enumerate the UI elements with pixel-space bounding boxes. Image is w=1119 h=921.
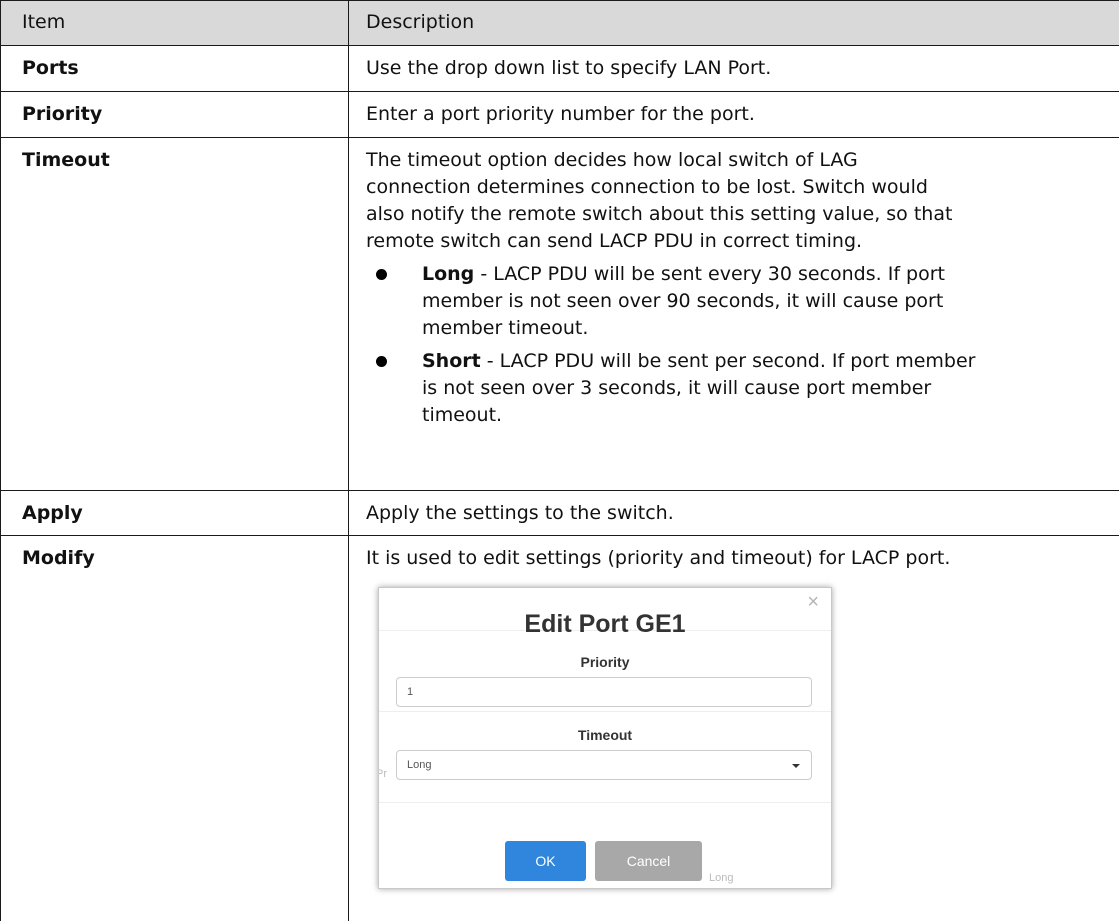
text-line: - LACP PDU will be sent every 30 seconds… — [474, 263, 945, 285]
cancel-button[interactable]: Cancel — [595, 841, 702, 881]
row-divider — [0, 490, 1119, 491]
column-divider — [348, 0, 349, 921]
row-item-priority: Priority — [22, 103, 103, 125]
text-line: member is not seen over 90 seconds, it w… — [422, 290, 944, 312]
timeout-selected-value: Long — [407, 759, 432, 771]
row-divider — [0, 45, 1119, 46]
text-line: timeout. — [422, 404, 503, 426]
text-line: member timeout. — [422, 317, 589, 339]
list-item-long: Long - LACP PDU will be sent every 30 se… — [366, 261, 1111, 342]
option-term: Short — [422, 350, 481, 372]
timeout-select[interactable]: Long — [396, 750, 812, 780]
header-cell-item: Item — [1, 1, 348, 45]
row-divider — [0, 535, 1119, 536]
row-item-apply: Apply — [22, 502, 83, 524]
row-description-timeout: The timeout option decides how local swi… — [366, 147, 1111, 435]
option-term: Long — [422, 263, 475, 285]
bullet-icon — [376, 269, 387, 280]
background-divider — [379, 802, 831, 803]
priority-label: Priority — [580, 654, 630, 670]
priority-input[interactable]: 1 — [396, 677, 812, 707]
timeout-paragraph: The timeout option decides how local swi… — [366, 147, 1111, 255]
caret-down-icon — [792, 764, 800, 768]
row-description-apply: Apply the settings to the switch. — [366, 502, 674, 524]
background-divider — [379, 711, 831, 712]
text-line: is not seen over 3 seconds, it will caus… — [422, 377, 932, 399]
header-description-label: Description — [366, 11, 475, 33]
text-line: also notify the remote switch about this… — [366, 203, 953, 225]
row-divider — [0, 137, 1119, 138]
timeout-options-list: Long - LACP PDU will be sent every 30 se… — [366, 261, 1111, 429]
text-line: connection determines connection to be l… — [366, 176, 928, 198]
background-text-fragment: Pr — [379, 768, 387, 780]
row-item-ports: Ports — [22, 57, 79, 79]
text-line: remote switch can send LACP PDU in corre… — [366, 230, 863, 252]
dialog-title: Edit Port GE1 — [524, 610, 686, 638]
row-description-modify: It is used to edit settings (priority an… — [366, 547, 951, 569]
header-cell-description: Description — [349, 1, 1119, 45]
table-border — [0, 0, 1, 921]
ok-button[interactable]: OK — [505, 841, 586, 881]
row-description-priority: Enter a port priority number for the por… — [366, 103, 755, 125]
edit-port-dialog: Pr Long × Edit Port GE1 Priority 1 Timeo… — [378, 587, 832, 889]
text-line: The timeout option decides how local swi… — [366, 149, 858, 171]
row-item-modify: Modify — [22, 547, 95, 569]
description-table: Item Description Ports Use the drop down… — [0, 0, 1119, 921]
bullet-icon — [376, 356, 387, 367]
list-item-short: Short - LACP PDU will be sent per second… — [366, 348, 1111, 429]
row-divider — [0, 91, 1119, 92]
row-description-ports: Use the drop down list to specify LAN Po… — [366, 57, 772, 79]
row-item-timeout: Timeout — [22, 149, 110, 171]
timeout-label: Timeout — [577, 727, 633, 743]
text-line: - LACP PDU will be sent per second. If p… — [480, 350, 976, 372]
header-item-label: Item — [22, 11, 66, 33]
background-text-fragment: Long — [709, 872, 734, 884]
